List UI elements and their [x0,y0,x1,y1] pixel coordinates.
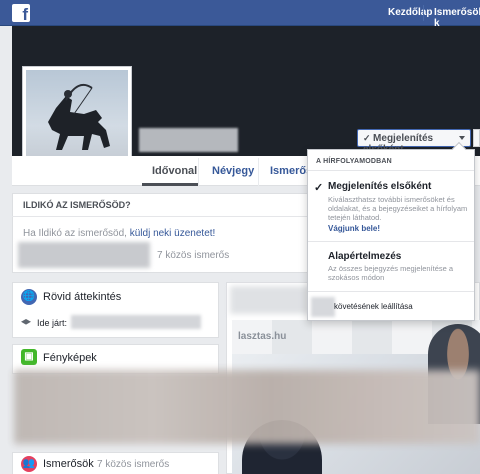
tab-friends[interactable]: Ismerős [270,165,312,177]
dropdown-divider [308,170,474,171]
tab-divider [198,158,199,186]
nav-separator [423,5,424,21]
send-message-link[interactable]: küldj neki üzenetet! [130,228,216,239]
do-you-know-text: Ha Ildikó az ismerősöd, küldj neki üzene… [23,228,215,239]
dropdown-divider [308,241,474,242]
get-started-link[interactable]: Vágjunk bele! [328,224,380,233]
unfollow-option[interactable]: követésének leállítása [334,302,413,311]
tab-timeline[interactable]: Idővonal [152,165,197,177]
friends-mutual-count: 7 közös ismerős [97,459,170,470]
option-default-description: Az összes bejegyzés megjelenítése a szok… [328,264,454,282]
photos-icon: ▣ [21,349,37,365]
photo-banner-text: lasztas.hu [238,331,287,342]
mutual-friends-avatars-redacted [18,242,150,268]
post-header-redacted [230,286,310,314]
friends-icon: 👥 [21,456,37,472]
follow-settings-dropdown [307,149,475,321]
dropdown-divider [308,291,474,292]
facebook-logo-icon[interactable]: f [12,4,30,22]
do-you-know-title: ILDIKÓ AZ ISMERŐSÖD? [23,200,131,210]
option-see-first-description: Kiválaszthatsz további ismerősöket és ol… [328,195,468,222]
education-label: Ide járt: [37,318,68,328]
check-icon: ✓ [314,182,324,194]
photos-title[interactable]: Fényképek [43,352,97,364]
globe-icon: 🌐 [21,289,37,305]
tab-about[interactable]: Névjegy [212,165,254,177]
option-default-title[interactable]: Alapértelmezés [328,251,401,262]
friends-title[interactable]: Ismerősök [43,458,94,470]
dropdown-header: A HÍRFOLYAMODBAN [316,158,392,165]
option-see-first-title[interactable]: Megjelenítés elsőként [328,181,431,192]
nav-home-link[interactable]: Kezdőlap [388,7,432,18]
check-icon: ✓ [363,133,374,143]
education-value-redacted [71,315,201,329]
card-divider [12,216,308,217]
profile-name-redacted [139,128,238,152]
active-tab-indicator [142,183,198,186]
unfollow-name-redacted [311,297,335,317]
redacted-content-strip [14,370,480,444]
tab-divider [258,158,259,186]
intro-title: Rövid áttekintés [43,291,122,303]
mutual-friends-count[interactable]: 7 közös ismerős [157,250,229,261]
more-options-button[interactable] [473,129,480,147]
caret-down-icon [459,136,465,140]
do-you-know-prefix: Ha Ildikó az ismerősöd, [23,228,130,239]
follow-settings-button[interactable]: ✓ Megjelenítés elsőként [357,129,471,155]
